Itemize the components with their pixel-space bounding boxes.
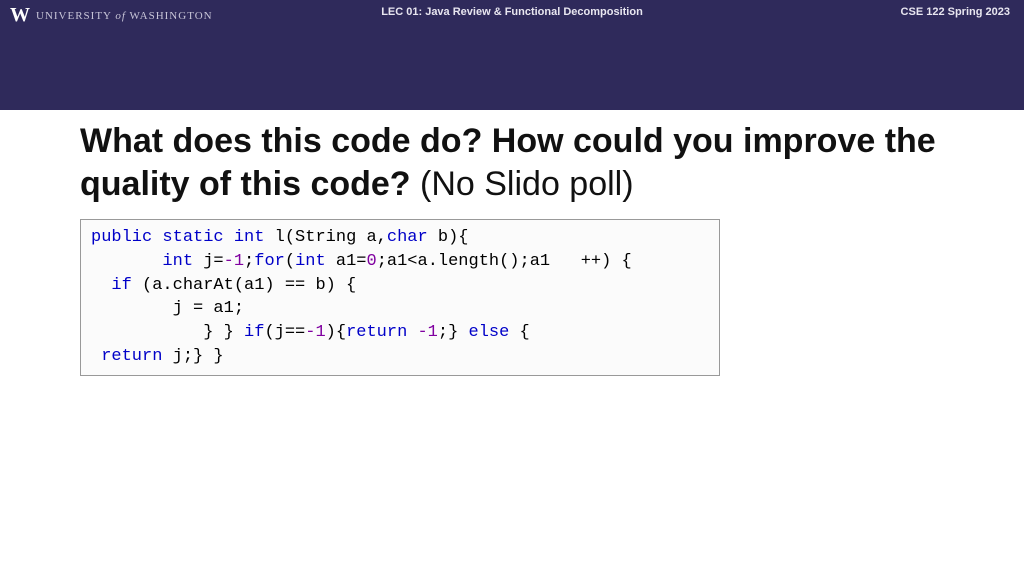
university-name: UNIVERSITY of WASHINGTON (36, 10, 213, 22)
course-code: CSE 122 Spring 2023 (901, 6, 1010, 18)
lecture-title: LEC 01: Java Review & Functional Decompo… (381, 6, 643, 18)
code-block: public static int l(String a,char b){ in… (80, 219, 720, 376)
slide-header: W UNIVERSITY of WASHINGTON LEC 01: Java … (0, 0, 1024, 110)
logo-w-icon: W (10, 4, 30, 27)
title-regular: (No Slido poll) (411, 165, 634, 203)
slide-title: What does this code do? How could you im… (80, 120, 944, 205)
university-logo: W UNIVERSITY of WASHINGTON (10, 4, 213, 27)
slide-content: What does this code do? How could you im… (0, 110, 1024, 376)
